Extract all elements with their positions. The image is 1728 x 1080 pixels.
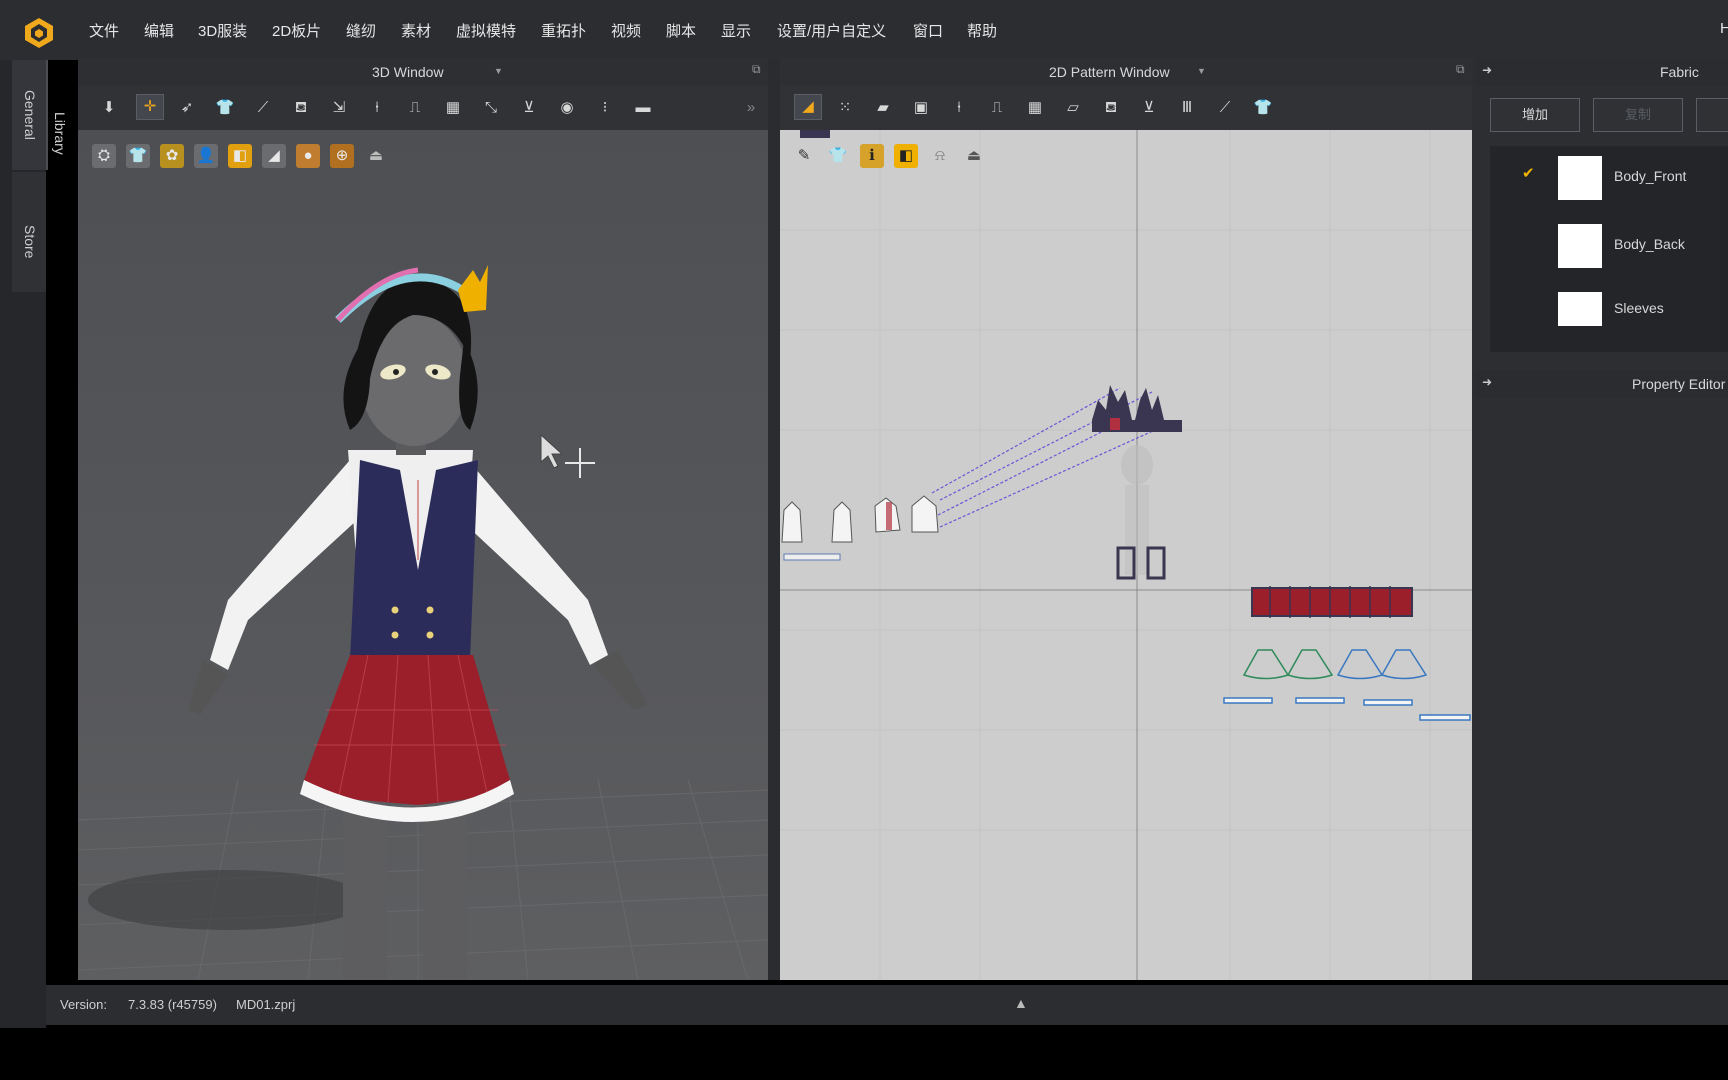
export-icon[interactable]: ⏏ <box>962 144 986 168</box>
fabric-item-body-back[interactable]: Body_Back <box>1490 214 1728 274</box>
fabric-item-label: Body_Back <box>1614 236 1685 252</box>
expand-toolbar-icon[interactable]: » <box>738 96 764 120</box>
menu-display[interactable]: 显示 <box>721 20 751 41</box>
app-logo-icon[interactable] <box>22 16 56 50</box>
version-label: Version: <box>60 997 107 1012</box>
fabric-item-label: Sleeves <box>1614 300 1664 316</box>
menu-window[interactable]: 窗口 <box>913 20 943 41</box>
menu-2d-pattern[interactable]: 2D板片 <box>272 20 321 41</box>
info-icon[interactable]: ℹ <box>860 144 884 168</box>
2d-pattern-canvas[interactable]: ✎ 👕 ℹ ◧ ⍾ ⏏ <box>780 130 1472 980</box>
grid-icon[interactable]: ▦ <box>440 96 466 120</box>
expand-up-icon[interactable]: ▲ <box>1014 995 1028 1011</box>
3d-window-title-bar: 3D Window ▼ ⧉ <box>78 58 768 86</box>
segment-sewing-icon[interactable]: ⛾ <box>1098 96 1124 120</box>
internal-line-icon[interactable]: ⍿ <box>946 96 972 120</box>
file-name: MD01.zprj <box>236 997 296 1012</box>
fabric-swatch <box>1558 224 1602 268</box>
status-bar: Version: 7.3.83 (r45759) MD01.zprj ▲ <box>46 985 1728 1025</box>
tab-store[interactable]: Store <box>22 225 38 258</box>
fabric-panel-title: Fabric <box>1660 64 1699 80</box>
2d-window-title-bar: 2D Pattern Window ▼ ⧉ <box>780 58 1472 86</box>
free-sewing-icon[interactable]: ⊻ <box>1136 96 1162 120</box>
topstitch-icon[interactable]: ▬ <box>630 96 656 120</box>
3d-toolbar: ⬇ ✛ ➶ 👕 ⟋ ⛾ ⇲ ⍿ ⎍ ▦ ⤡ ⊻ ◉ ⁝ ▬ » <box>78 86 768 130</box>
measure-icon[interactable]: ⤡ <box>478 96 504 120</box>
collapse-arrow-icon[interactable]: ➜ <box>1482 375 1492 389</box>
fabric-panel-header: ➜ Fabric <box>1476 58 1728 86</box>
polygon-icon[interactable]: ▰ <box>870 96 896 120</box>
undock-icon[interactable]: ⧉ <box>1456 62 1465 77</box>
garment-toggle-icon[interactable]: 👕 <box>826 144 850 168</box>
fabric-swatch <box>1558 156 1602 200</box>
fabric-extra-button[interactable] <box>1696 98 1728 132</box>
menu-sewing[interactable]: 缝纫 <box>346 20 376 41</box>
button-icon[interactable]: ◉ <box>554 96 580 120</box>
menu-retopology[interactable]: 重拓扑 <box>541 20 586 41</box>
fabric-list: ✔ Body_Front Body_Back Sleeves <box>1490 146 1728 352</box>
undock-icon[interactable]: ⧉ <box>752 62 761 77</box>
fabric-item-sleeves[interactable]: Sleeves <box>1490 282 1728 342</box>
avatar-toggle-icon[interactable]: ⍾ <box>928 144 952 168</box>
fabric-item-body-front[interactable]: ✔ Body_Front <box>1490 146 1728 206</box>
dropdown-arrow-icon[interactable]: ▼ <box>494 66 503 76</box>
menu-edit[interactable]: 编辑 <box>144 20 174 41</box>
transform-icon[interactable]: ✛ <box>136 94 164 120</box>
fold-arrange-icon[interactable]: ⏥ <box>1060 96 1086 120</box>
fabric-item-label: Body_Front <box>1614 168 1687 184</box>
fold-icon[interactable]: ⛾ <box>288 96 314 120</box>
menu-avatar[interactable]: 虚拟模特 <box>456 20 516 41</box>
avatar-scene <box>78 265 768 980</box>
left-dock: General Library Store <box>0 60 68 1030</box>
zipper-icon[interactable]: ⁝ <box>592 96 618 120</box>
bottom-letterbox <box>0 1028 1728 1080</box>
menu-settings[interactable]: 设置/用户自定义 <box>777 20 886 41</box>
grid-icon[interactable]: ▦ <box>1022 96 1048 120</box>
select-mesh-icon[interactable]: ➶ <box>174 96 200 120</box>
add-fabric-button[interactable]: 增加 <box>1490 98 1580 132</box>
menu-materials[interactable]: 素材 <box>401 20 431 41</box>
visibility-icon[interactable]: ✎ <box>792 144 816 168</box>
tape-icon[interactable]: ⊻ <box>516 96 542 120</box>
property-editor-header: ➜ Property Editor <box>1476 370 1728 398</box>
3d-window-title: 3D Window <box>372 64 444 80</box>
copy-fabric-button[interactable]: 复制 <box>1593 98 1683 132</box>
dropdown-arrow-icon[interactable]: ▼ <box>1197 66 1206 76</box>
select-move-icon[interactable]: ⬇ <box>96 96 122 120</box>
garment-icon[interactable]: 👕 <box>1250 96 1276 120</box>
menu-video[interactable]: 视频 <box>611 20 641 41</box>
tab-general[interactable]: General <box>22 90 38 140</box>
check-icon: ✔ <box>1522 165 1535 182</box>
window-divider[interactable] <box>768 58 780 980</box>
menu-truncated[interactable]: H <box>1720 20 1728 37</box>
menu-3d-garment[interactable]: 3D服装 <box>198 20 247 41</box>
2d-toolbar: ◢ ⁙ ▰ ▣ ⍿ ⎍ ▦ ⏥ ⛾ ⊻ Ⅲ ⟋ 👕 <box>780 86 1472 130</box>
dart-icon[interactable]: ⎍ <box>984 96 1010 120</box>
fabric-toggle-icon[interactable]: ◧ <box>894 144 918 168</box>
sewing-icon[interactable]: ⎍ <box>402 96 428 120</box>
property-editor-title: Property Editor <box>1632 376 1726 392</box>
draw-line-icon[interactable]: ⟋ <box>250 96 276 120</box>
tape-line-icon[interactable]: ⟋ <box>1212 96 1238 120</box>
edit-point-icon[interactable]: ⁙ <box>832 96 858 120</box>
pattern-layout <box>780 130 1472 980</box>
menu-script[interactable]: 脚本 <box>666 20 696 41</box>
rectangle-icon[interactable]: ▣ <box>908 96 934 120</box>
version-value: 7.3.83 (r45759) <box>128 997 217 1012</box>
pleat-icon[interactable]: Ⅲ <box>1174 96 1200 120</box>
pin-icon[interactable]: ⍿ <box>364 96 390 120</box>
collapse-arrow-icon[interactable]: ➜ <box>1482 63 1492 77</box>
edit-pattern-icon[interactable]: ◢ <box>794 94 822 120</box>
menu-file[interactable]: 文件 <box>89 20 119 41</box>
tuck-icon[interactable]: ⇲ <box>326 96 352 120</box>
garment-icon[interactable]: 👕 <box>212 96 238 120</box>
fabric-swatch <box>1558 292 1602 326</box>
2d-window-title: 2D Pattern Window <box>1049 64 1170 80</box>
3d-viewport[interactable]: ⛭ 👕 ✿ 👤 ◧ ◢ ● ⊕ ⏏ <box>78 130 768 980</box>
menu-help[interactable]: 帮助 <box>967 20 997 41</box>
menu-bar: 文件 编辑 3D服装 2D板片 缝纫 素材 虚拟模特 重拓扑 视频 脚本 显示 … <box>0 0 1728 60</box>
tab-library[interactable]: Library <box>52 112 68 155</box>
